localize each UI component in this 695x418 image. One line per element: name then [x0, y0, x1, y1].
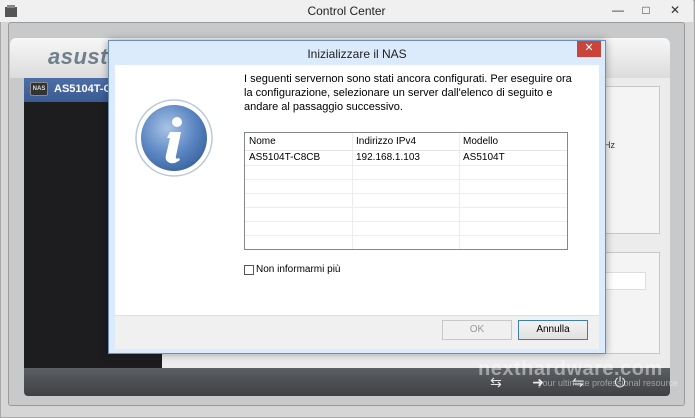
- table-header-row: Nome Indirizzo IPv4 Modello: [245, 135, 567, 149]
- server-list-table: Nome Indirizzo IPv4 Modello AS5104T-C8CB…: [244, 132, 568, 250]
- column-divider: [352, 133, 353, 249]
- column-header-modello[interactable]: Modello: [459, 135, 567, 149]
- row-divider: [245, 179, 567, 180]
- row-divider: [245, 165, 567, 166]
- dialog-message: I seguenti servernon sono stati ancora c…: [244, 73, 572, 113]
- minimize-button[interactable]: —: [604, 0, 632, 20]
- settings-panel: [600, 252, 660, 354]
- dont-notify-label[interactable]: Non informarmi più: [256, 264, 340, 275]
- row-divider: [245, 235, 567, 236]
- window-close-button[interactable]: ✕: [660, 0, 690, 20]
- ok-button[interactable]: OK: [442, 320, 512, 340]
- dont-notify-checkbox[interactable]: [244, 265, 254, 275]
- row-divider: [245, 221, 567, 222]
- column-divider: [459, 133, 460, 249]
- cell-name: AS5104T-C8CB: [249, 152, 321, 163]
- watermark-subtext: your ultimate professional resource: [538, 378, 679, 388]
- nas-device-icon: NAS: [30, 82, 48, 96]
- cell-ipv4: 192.168.1.103: [356, 152, 420, 163]
- window-title: Control Center: [307, 4, 386, 18]
- window-titlebar[interactable]: Control Center — □ ✕: [0, 0, 693, 22]
- info-panel: [600, 86, 660, 234]
- row-divider: [245, 193, 567, 194]
- brand-logo: asust: [48, 44, 108, 69]
- dialog-title: Inizializzare il NAS: [307, 47, 407, 61]
- cancel-button[interactable]: Annulla: [518, 320, 588, 340]
- info-icon: [135, 99, 213, 177]
- dialog-close-button[interactable]: ✕: [577, 41, 601, 57]
- panel-field[interactable]: [604, 272, 646, 290]
- maximize-button[interactable]: □: [632, 0, 660, 20]
- column-header-ipv4[interactable]: Indirizzo IPv4: [352, 135, 459, 149]
- column-header-nome[interactable]: Nome: [245, 135, 352, 149]
- cell-model: AS5104T: [463, 152, 505, 163]
- row-divider: [245, 207, 567, 208]
- table-row[interactable]: AS5104T-C8CB 192.168.1.103 AS5104T: [245, 151, 567, 165]
